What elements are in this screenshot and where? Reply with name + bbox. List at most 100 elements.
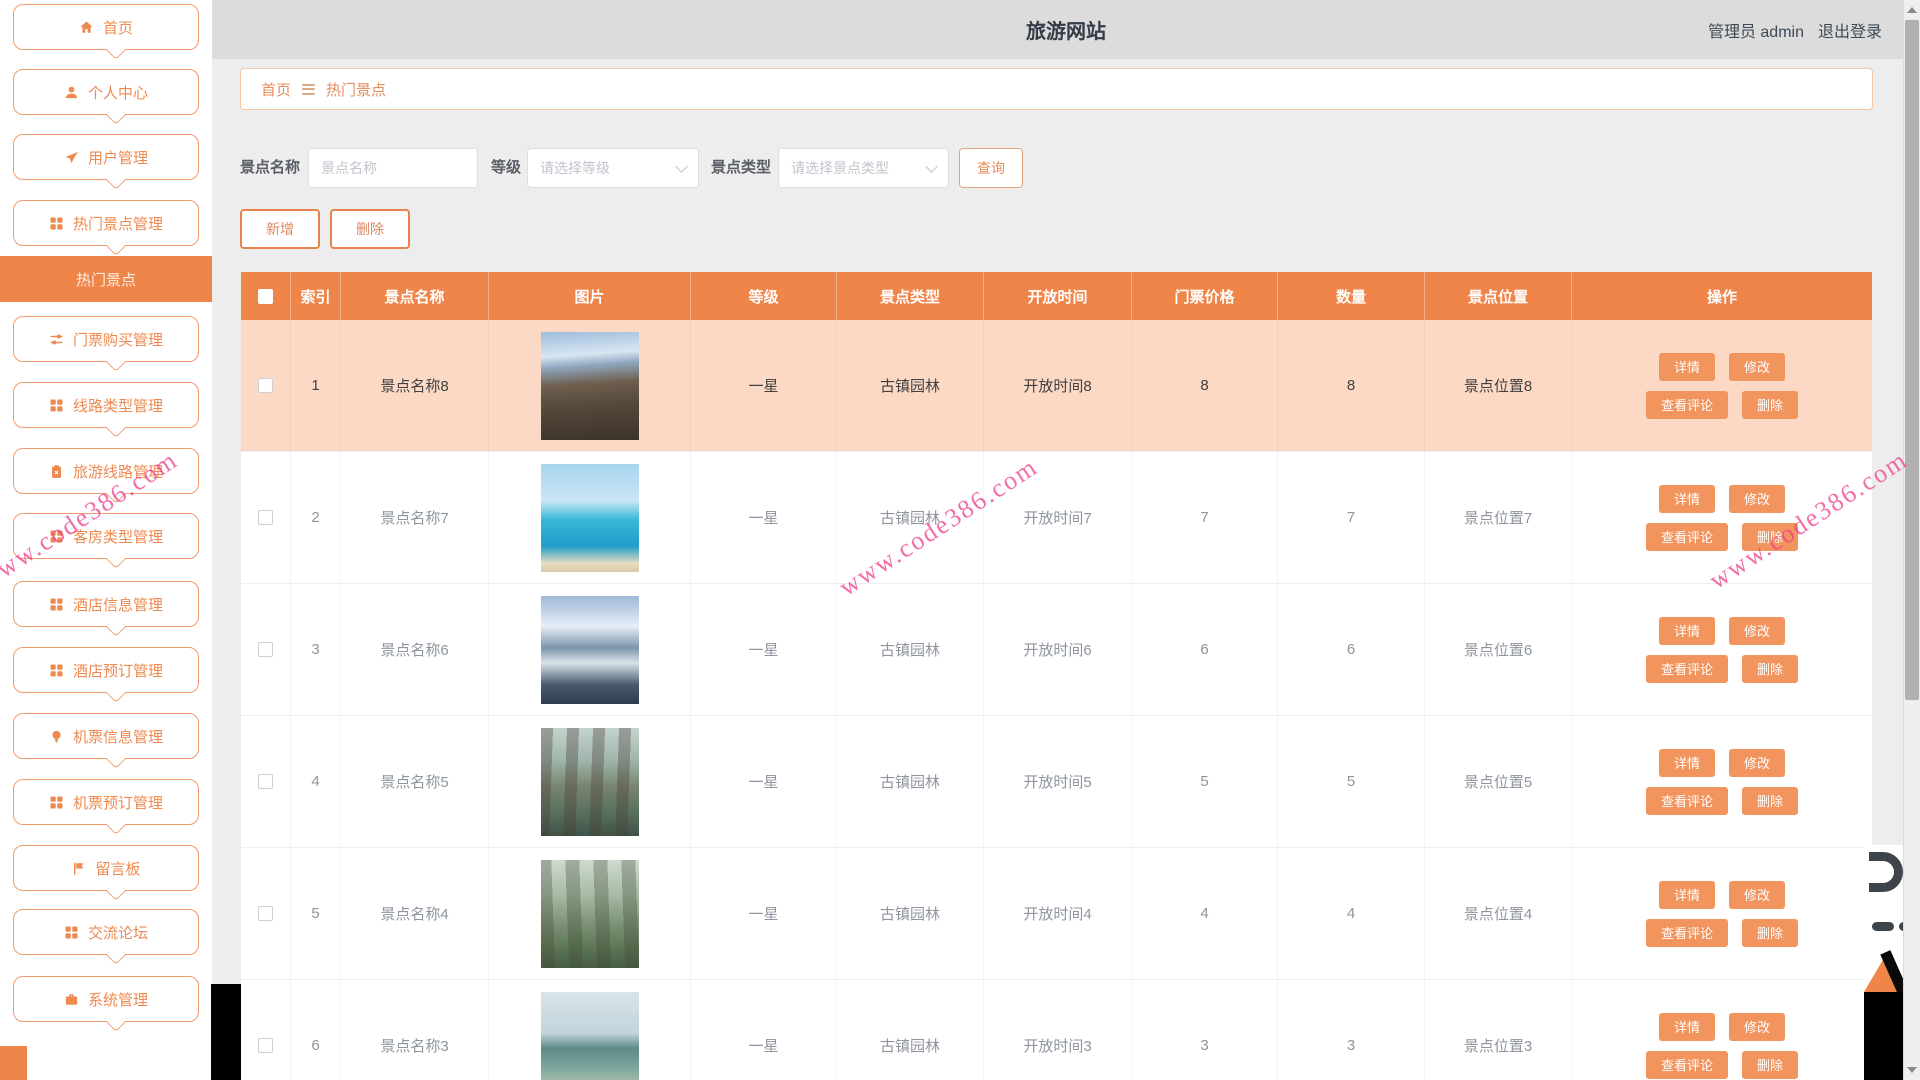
sidebar-item-room-type-management[interactable]: 客房类型管理 <box>13 513 199 559</box>
sidebar-item-message-board[interactable]: 留言板 <box>13 845 199 891</box>
sidebar-item-hot-scenic-active[interactable]: 热门景点 <box>0 256 212 302</box>
cell-name: 景点名称7 <box>341 452 489 583</box>
detail-button[interactable]: 详情 <box>1659 617 1715 645</box>
breadcrumb: 首页 热门景点 <box>240 68 1873 110</box>
grid-icon <box>49 663 64 678</box>
row-checkbox[interactable] <box>258 378 273 393</box>
sidebar-item-hot-scenic-management[interactable]: 热门景点管理 <box>13 200 199 246</box>
row-delete-button[interactable]: 删除 <box>1742 391 1798 419</box>
view-comments-button[interactable]: 查看评论 <box>1646 1051 1728 1079</box>
sidebar-item-label: 留言板 <box>95 858 140 879</box>
sidebar-item-flight-info-management[interactable]: 机票信息管理 <box>13 713 199 759</box>
edit-button[interactable]: 修改 <box>1729 881 1785 909</box>
sidebar-item-label: 系统管理 <box>88 989 148 1010</box>
edit-button[interactable]: 修改 <box>1729 1013 1785 1041</box>
edit-button[interactable]: 修改 <box>1729 485 1785 513</box>
chevron-down-icon <box>925 160 938 173</box>
cell-type: 古镇园林 <box>837 848 984 979</box>
view-comments-button[interactable]: 查看评论 <box>1646 523 1728 551</box>
table-row: 1 景点名称8 一星 古镇园林 开放时间8 8 8 景点位置8 详情 修改 查看… <box>241 320 1872 452</box>
view-comments-button[interactable]: 查看评论 <box>1646 655 1728 683</box>
row-delete-button[interactable]: 删除 <box>1742 919 1798 947</box>
grid-icon <box>49 529 64 544</box>
table-row: 6 景点名称3 一星 古镇园林 开放时间3 3 3 景点位置3 详情 修改 查看… <box>241 980 1872 1080</box>
detail-button[interactable]: 详情 <box>1659 881 1715 909</box>
level-select[interactable]: 请选择等级 <box>527 148 699 188</box>
sidebar-item-label: 线路类型管理 <box>73 395 163 416</box>
row-checkbox[interactable] <box>258 774 273 789</box>
sidebar-item-user-management[interactable]: 用户管理 <box>13 134 199 180</box>
view-comments-button[interactable]: 查看评论 <box>1646 391 1728 419</box>
sidebar-item-label: 机票预订管理 <box>73 792 163 813</box>
row-checkbox[interactable] <box>258 906 273 921</box>
cell-price: 6 <box>1132 584 1278 715</box>
detail-button[interactable]: 详情 <box>1659 485 1715 513</box>
cell-name: 景点名称5 <box>341 716 489 847</box>
sidebar-item-label: 旅游线路管理 <box>73 461 163 482</box>
app-window: 首页 个人中心 用户管理 热门景点管理 热门景点 门票购买管理 线路类型管理 <box>0 0 1920 1080</box>
sidebar-item-ticket-purchase-management[interactable]: 门票购买管理 <box>13 316 199 362</box>
scroll-down-arrow-icon[interactable] <box>1907 1067 1917 1073</box>
cell-name: 景点名称4 <box>341 848 489 979</box>
detail-button[interactable]: 详情 <box>1659 353 1715 381</box>
home-icon <box>79 20 94 35</box>
dash-glyph <box>1872 922 1894 931</box>
cell-quantity: 4 <box>1278 848 1425 979</box>
row-delete-button[interactable]: 删除 <box>1742 523 1798 551</box>
sidebar-item-label: 酒店信息管理 <box>73 594 163 615</box>
sidebar-item-home[interactable]: 首页 <box>13 4 199 50</box>
table-header-row: 索引 景点名称 图片 等级 景点类型 开放时间 门票价格 数量 景点位置 操作 <box>241 272 1872 320</box>
row-checkbox[interactable] <box>258 510 273 525</box>
sidebar-item-flight-booking-management[interactable]: 机票预订管理 <box>13 779 199 825</box>
scenic-type-select[interactable]: 请选择景点类型 <box>778 148 949 188</box>
query-button[interactable]: 查询 <box>959 148 1023 188</box>
logout-link[interactable]: 退出登录 <box>1818 18 1882 42</box>
detail-button[interactable]: 详情 <box>1659 1013 1715 1041</box>
scenic-image <box>541 992 639 1080</box>
cell-location: 景点位置4 <box>1425 848 1572 979</box>
row-delete-button[interactable]: 删除 <box>1742 787 1798 815</box>
vertical-scrollbar[interactable] <box>1903 0 1920 1080</box>
cell-location: 景点位置8 <box>1425 320 1572 451</box>
scenic-name-input[interactable] <box>308 148 478 188</box>
column-header-name: 景点名称 <box>341 272 489 320</box>
cell-location: 景点位置6 <box>1425 584 1572 715</box>
row-checkbox[interactable] <box>258 642 273 657</box>
breadcrumb-home[interactable]: 首页 <box>261 79 291 100</box>
sidebar-item-system-management[interactable]: 系统管理 <box>13 976 199 1022</box>
sidebar-item-personal-center[interactable]: 个人中心 <box>13 69 199 115</box>
black-gutter-strip <box>211 984 241 1080</box>
sidebar-item-forum[interactable]: 交流论坛 <box>13 909 199 955</box>
scenic-type-select-placeholder: 请选择景点类型 <box>791 158 889 178</box>
view-comments-button[interactable]: 查看评论 <box>1646 919 1728 947</box>
cell-index: 3 <box>291 584 341 715</box>
edit-button[interactable]: 修改 <box>1729 617 1785 645</box>
sidebar: 首页 个人中心 用户管理 热门景点管理 热门景点 门票购买管理 线路类型管理 <box>0 0 212 1080</box>
scenic-image <box>541 728 639 836</box>
sidebar-item-travel-route-management[interactable]: 旅游线路管理 <box>13 448 199 494</box>
sidebar-item-hotel-info-management[interactable]: 酒店信息管理 <box>13 581 199 627</box>
row-delete-button[interactable]: 删除 <box>1742 1051 1798 1079</box>
sidebar-item-route-type-management[interactable]: 线路类型管理 <box>13 382 199 428</box>
orange-corner-strip <box>0 1046 27 1080</box>
delete-button[interactable]: 删除 <box>330 209 410 249</box>
add-button[interactable]: 新增 <box>240 209 320 249</box>
scroll-up-arrow-icon[interactable] <box>1907 7 1917 13</box>
detail-button[interactable]: 详情 <box>1659 749 1715 777</box>
table-row: 4 景点名称5 一星 古镇园林 开放时间5 5 5 景点位置5 详情 修改 查看… <box>241 716 1872 848</box>
row-checkbox[interactable] <box>258 1038 273 1053</box>
scrollbar-thumb[interactable] <box>1905 20 1919 700</box>
cell-open-time: 开放时间6 <box>984 584 1132 715</box>
edit-button[interactable]: 修改 <box>1729 353 1785 381</box>
scenic-image <box>541 332 639 440</box>
sidebar-item-label: 热门景点管理 <box>73 213 163 234</box>
select-all-checkbox[interactable] <box>258 289 273 304</box>
column-header-level: 等级 <box>691 272 837 320</box>
sidebar-item-hotel-booking-management[interactable]: 酒店预订管理 <box>13 647 199 693</box>
view-comments-button[interactable]: 查看评论 <box>1646 787 1728 815</box>
edit-button[interactable]: 修改 <box>1729 749 1785 777</box>
level-select-placeholder: 请选择等级 <box>540 158 610 178</box>
cell-open-time: 开放时间8 <box>984 320 1132 451</box>
bulb-icon <box>49 729 64 744</box>
row-delete-button[interactable]: 删除 <box>1742 655 1798 683</box>
